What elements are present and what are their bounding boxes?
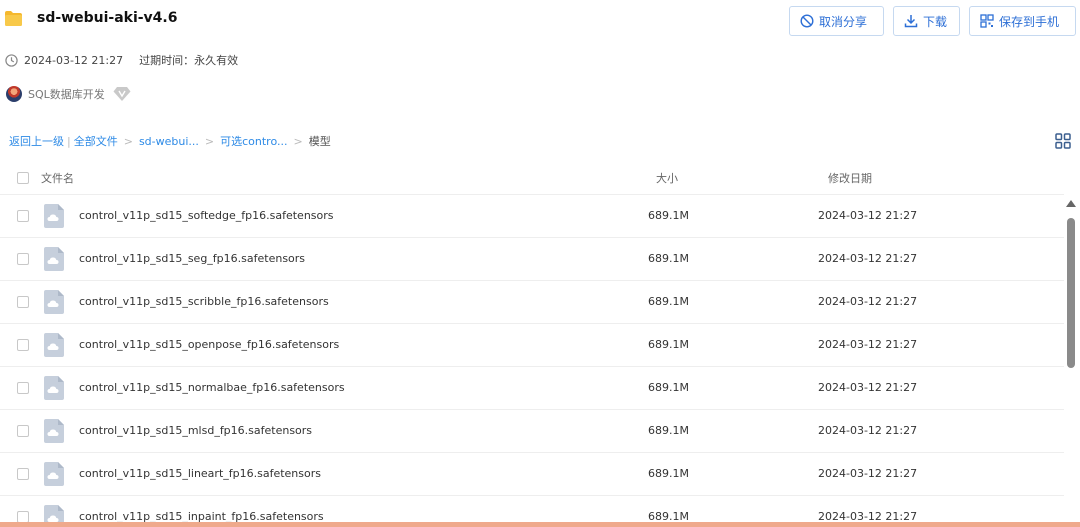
row-checkbox[interactable] bbox=[17, 382, 29, 394]
avatar[interactable] bbox=[6, 86, 22, 102]
file-name[interactable]: control_v11p_sd15_scribble_fp16.safetens… bbox=[79, 295, 329, 308]
cloud-file-icon bbox=[44, 333, 64, 357]
table-row[interactable]: control_v11p_sd15_lineart_fp16.safetenso… bbox=[0, 453, 1064, 496]
cloud-file-icon bbox=[44, 419, 64, 443]
column-header-size[interactable]: 大小 bbox=[656, 170, 678, 186]
cloud-file-icon bbox=[44, 376, 64, 400]
folder-icon bbox=[5, 11, 22, 26]
owner-info[interactable]: SQL数据库开发 bbox=[6, 86, 131, 102]
expire-time: 过期时间：永久有效 bbox=[139, 54, 239, 67]
file-name[interactable]: control_v11p_sd15_lineart_fp16.safetenso… bbox=[79, 467, 321, 480]
file-date: 2024-03-12 21:27 bbox=[818, 381, 918, 394]
file-name[interactable]: control_v11p_sd15_seg_fp16.safetensors bbox=[79, 252, 305, 265]
scroll-thumb[interactable] bbox=[1067, 218, 1075, 368]
cloud-file-icon bbox=[44, 290, 64, 314]
download-button[interactable]: 下载 bbox=[893, 6, 960, 36]
breadcrumb-divider: | bbox=[67, 134, 71, 148]
breadcrumb-back-link[interactable]: 返回上一级 bbox=[9, 133, 64, 149]
file-size: 689.1M bbox=[648, 467, 689, 480]
table-header: 文件名 大小 修改日期 bbox=[0, 160, 1064, 195]
table-row[interactable]: control_v11p_sd15_normalbae_fp16.safeten… bbox=[0, 367, 1064, 410]
cloud-file-icon bbox=[44, 247, 64, 271]
breadcrumb-level1-link[interactable]: sd-webui... bbox=[139, 135, 199, 148]
diamond-vip-icon bbox=[113, 87, 131, 101]
breadcrumb-current: 模型 bbox=[308, 135, 331, 148]
download-label: 下载 bbox=[923, 14, 948, 29]
row-checkbox[interactable] bbox=[17, 425, 29, 437]
table-row[interactable]: control_v11p_sd15_softedge_fp16.safetens… bbox=[0, 195, 1064, 238]
file-date: 2024-03-12 21:27 bbox=[818, 295, 918, 308]
file-date: 2024-03-12 21:27 bbox=[818, 338, 918, 351]
table-row[interactable]: control_v11p_sd15_inpaint_fp16.safetenso… bbox=[0, 496, 1064, 525]
table-row[interactable]: control_v11p_sd15_scribble_fp16.safetens… bbox=[0, 281, 1064, 324]
breadcrumb: 返回上一级 | 全部文件 > sd-webui... > 可选contro...… bbox=[9, 133, 331, 149]
breadcrumb-separator: > bbox=[123, 134, 133, 148]
header-actions: 取消分享 下载 保存到手机 bbox=[789, 6, 1076, 36]
page-title: sd-webui-aki-v4.6 bbox=[37, 10, 178, 26]
scroll-up-arrow-icon[interactable] bbox=[1066, 200, 1076, 207]
breadcrumb-all-files-link[interactable]: 全部文件 bbox=[74, 133, 118, 149]
file-name[interactable]: control_v11p_sd15_mlsd_fp16.safetensors bbox=[79, 424, 312, 437]
table-row[interactable]: control_v11p_sd15_openpose_fp16.safetens… bbox=[0, 324, 1064, 367]
breadcrumb-level2-link[interactable]: 可选contro... bbox=[220, 133, 287, 149]
row-checkbox[interactable] bbox=[17, 210, 29, 222]
qr-code-icon bbox=[980, 14, 994, 28]
cloud-file-icon bbox=[44, 462, 64, 486]
column-header-date[interactable]: 修改日期 bbox=[828, 170, 872, 186]
file-date: 2024-03-12 21:27 bbox=[818, 209, 918, 222]
file-name[interactable]: control_v11p_sd15_normalbae_fp16.safeten… bbox=[79, 381, 345, 394]
select-all-checkbox[interactable] bbox=[17, 172, 29, 184]
row-checkbox[interactable] bbox=[17, 296, 29, 308]
file-size: 689.1M bbox=[648, 252, 689, 265]
scrollbar[interactable] bbox=[1064, 196, 1078, 522]
row-checkbox[interactable] bbox=[17, 253, 29, 265]
share-header: sd-webui-aki-v4.6 2024-03-12 21:27 过期时间：… bbox=[0, 0, 1080, 122]
no-share-icon bbox=[800, 14, 814, 28]
cancel-share-label: 取消分享 bbox=[819, 14, 868, 29]
file-size: 689.1M bbox=[648, 209, 689, 222]
breadcrumb-separator: > bbox=[293, 134, 303, 148]
share-meta: 2024-03-12 21:27 过期时间：永久有效 bbox=[5, 52, 238, 68]
clock-icon bbox=[5, 53, 18, 67]
file-name[interactable]: control_v11p_sd15_softedge_fp16.safetens… bbox=[79, 209, 334, 222]
save-to-phone-button[interactable]: 保存到手机 bbox=[969, 6, 1076, 36]
owner-name[interactable]: SQL数据库开发 bbox=[28, 86, 105, 102]
cloud-file-icon bbox=[44, 204, 64, 228]
created-time: 2024-03-12 21:27 bbox=[24, 53, 124, 67]
file-size: 689.1M bbox=[648, 295, 689, 308]
file-date: 2024-03-12 21:27 bbox=[818, 467, 918, 480]
file-name[interactable]: control_v11p_sd15_openpose_fp16.safetens… bbox=[79, 338, 339, 351]
cancel-share-button[interactable]: 取消分享 bbox=[789, 6, 884, 36]
file-date: 2024-03-12 21:27 bbox=[818, 424, 918, 437]
bottom-strip bbox=[0, 522, 1080, 527]
table-row[interactable]: control_v11p_sd15_seg_fp16.safetensors 6… bbox=[0, 238, 1064, 281]
row-checkbox[interactable] bbox=[17, 339, 29, 351]
table-row[interactable]: control_v11p_sd15_mlsd_fp16.safetensors … bbox=[0, 410, 1064, 453]
breadcrumb-separator: > bbox=[204, 134, 215, 148]
row-checkbox[interactable] bbox=[17, 468, 29, 480]
file-list: control_v11p_sd15_softedge_fp16.safetens… bbox=[0, 195, 1064, 525]
file-date: 2024-03-12 21:27 bbox=[818, 252, 918, 265]
file-size: 689.1M bbox=[648, 424, 689, 437]
column-header-name[interactable]: 文件名 bbox=[41, 170, 74, 186]
file-size: 689.1M bbox=[648, 338, 689, 351]
file-size: 689.1M bbox=[648, 381, 689, 394]
save-to-phone-label: 保存到手机 bbox=[999, 14, 1060, 29]
grid-view-icon[interactable] bbox=[1055, 133, 1071, 149]
download-icon bbox=[904, 15, 918, 28]
